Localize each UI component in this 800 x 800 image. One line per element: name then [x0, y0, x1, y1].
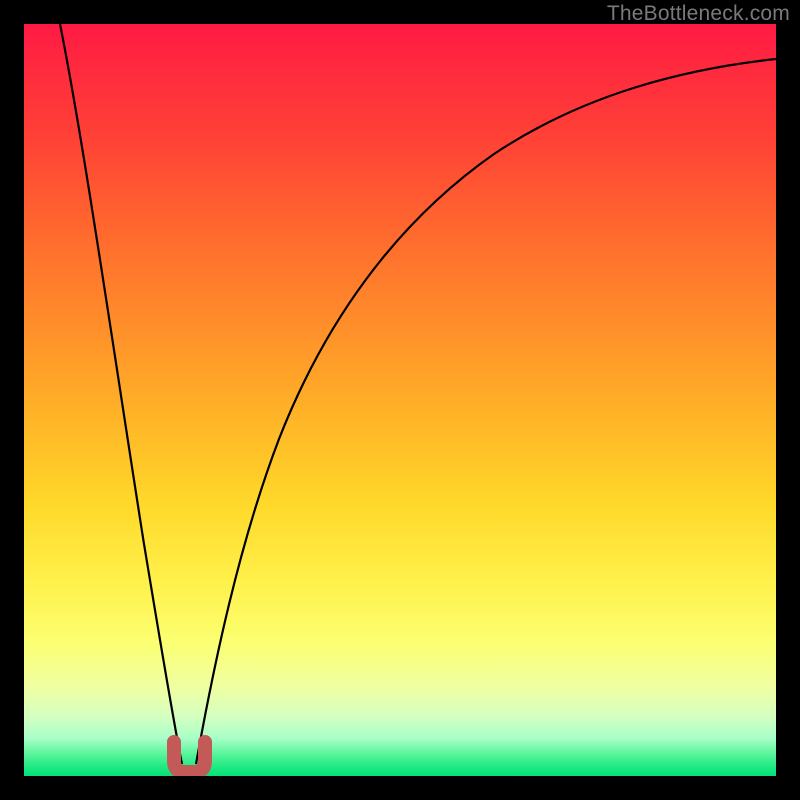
curve-right-branch: [196, 59, 776, 764]
plot-area: [24, 24, 776, 776]
u-marker-icon: [174, 742, 205, 772]
chart-frame: TheBottleneck.com: [0, 0, 800, 800]
minimum-marker: [174, 742, 205, 772]
curve-left-branch: [60, 24, 182, 764]
watermark-text: TheBottleneck.com: [607, 2, 790, 26]
bottleneck-curve: [24, 24, 776, 776]
